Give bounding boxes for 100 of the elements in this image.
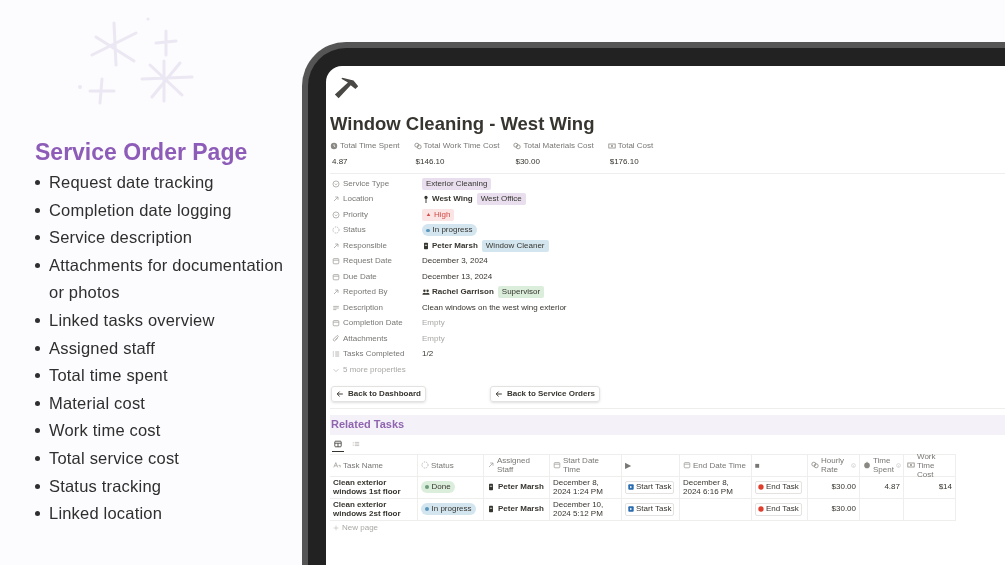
property-label: Request Date [343, 255, 392, 268]
property-icon [332, 210, 340, 219]
property-label: Reported By [343, 286, 388, 299]
column-header: End Date Time [693, 460, 746, 470]
tag: Window Cleaner [481, 239, 549, 252]
stat-value: $30.00 [515, 156, 541, 168]
stat-value: 4.87 [332, 156, 349, 168]
page-title: Window Cleaning - West Wing [330, 112, 596, 136]
bullet-icon [35, 373, 40, 379]
stat-label: Total Materials Cost [523, 140, 594, 152]
arrow-left-icon [336, 389, 344, 398]
staff-name[interactable]: Peter Marsh [498, 503, 544, 515]
priority-tag: High [422, 208, 455, 221]
task-name[interactable]: Clean exterior windows 2st floor [333, 500, 414, 518]
tag: Supervisor [497, 286, 545, 299]
start-task-button[interactable]: Start Task [625, 480, 675, 494]
back-button[interactable]: Back to Dashboard [331, 385, 426, 402]
property-value: 1/2 [422, 348, 434, 361]
bullet-icon [35, 345, 40, 351]
bullet-icon [35, 180, 40, 185]
property-icon [332, 241, 340, 250]
property-label: Due Date [343, 270, 377, 283]
property-icon [332, 319, 340, 328]
pin-icon [422, 195, 430, 204]
property-label: Service Type [343, 177, 390, 190]
property-icon [332, 350, 340, 359]
property-label: Completion Date [343, 317, 403, 330]
property-value: Clean windows on the west wing exterior [422, 301, 567, 314]
column-header: Assigned Staff [497, 456, 531, 474]
empty-value: Empty [422, 317, 445, 330]
bullet-icon [35, 317, 40, 323]
column-header: Task Name [343, 460, 383, 470]
staff-name[interactable]: Peter Marsh [498, 481, 544, 493]
tag: West Office [476, 193, 526, 206]
person-icon [487, 483, 495, 491]
feature-text: Request date tracking [49, 172, 214, 193]
list-icon [352, 439, 360, 448]
table-cell-text: December 8, 2024 1:24 PM [553, 478, 604, 496]
linked-name[interactable]: West Wing [432, 193, 473, 206]
linked-name[interactable]: Peter Marsh [432, 239, 478, 252]
bullet-icon [35, 207, 40, 213]
column-icon [683, 461, 691, 469]
feature-text: Linked location [49, 503, 163, 525]
column-header: ▶ [625, 460, 631, 470]
column-header: Work Time Cost [917, 451, 937, 479]
stat-label: Total Time Spent [340, 140, 400, 152]
column-icon [811, 461, 819, 469]
stat-icon [413, 142, 422, 150]
bullet-icon [35, 400, 40, 406]
table-cell-text: December 10, 2024 5:12 PM [553, 500, 605, 518]
column-header: ■ [755, 460, 760, 470]
table-view-tab[interactable] [332, 439, 344, 452]
property-icon [332, 195, 340, 204]
property-icon [332, 288, 340, 297]
property-icon [332, 257, 340, 266]
tag: Exterior Cleaning [422, 177, 492, 190]
bullet-icon [35, 428, 40, 434]
bullet-icon [35, 262, 40, 268]
property-icon [332, 272, 340, 281]
property-label: Location [343, 193, 374, 206]
property-icon [332, 226, 340, 235]
column-icon [863, 461, 871, 469]
property-label: Status [343, 224, 366, 237]
back-button[interactable]: Back to Service Orders [489, 385, 600, 402]
end-task-button[interactable]: End Task [755, 502, 802, 516]
stat-icon [513, 142, 522, 150]
start-task-button[interactable]: Start Task [625, 502, 675, 516]
plus-icon [333, 524, 339, 531]
property-value: December 3, 2024 [422, 255, 488, 268]
column-header: Hourly Rate [821, 456, 846, 474]
column-icon [487, 461, 495, 469]
feature-text: Total service cost [49, 447, 180, 469]
info-icon [895, 462, 901, 468]
stat-value: $176.10 [609, 156, 640, 168]
linked-name[interactable]: Rachel Garrison [432, 286, 494, 299]
task-name[interactable]: Clean exterior windows 1st floor [333, 478, 414, 496]
bullet-icon [35, 511, 40, 517]
property-label: Tasks Completed [343, 348, 405, 361]
status-tag: In progress [422, 224, 477, 237]
property-icon [332, 179, 340, 188]
stat-label: Total Work Time Cost [423, 140, 500, 152]
feature-text: Work time cost [49, 420, 161, 442]
empty-value: Empty [422, 332, 445, 345]
table-cell: $30.00 [831, 481, 856, 493]
bullet-icon [35, 235, 40, 241]
end-task-button[interactable]: End Task [755, 480, 802, 494]
arrow-left-icon [494, 389, 503, 398]
feature-text: Status tracking [49, 475, 162, 497]
info-icon [851, 462, 856, 468]
feature-text: Total time spent [49, 365, 168, 387]
column-header: Time Spent [873, 456, 894, 474]
warning-icon [426, 212, 431, 218]
stat-value: $146.10 [415, 156, 446, 168]
bullet-icon [35, 483, 40, 489]
column-header: Status [431, 460, 454, 470]
play-icon [628, 506, 634, 512]
table-icon [334, 439, 342, 448]
section-heading: Related Tasks [330, 414, 1005, 435]
table-cell: $14 [938, 481, 952, 493]
play-icon [628, 484, 634, 490]
